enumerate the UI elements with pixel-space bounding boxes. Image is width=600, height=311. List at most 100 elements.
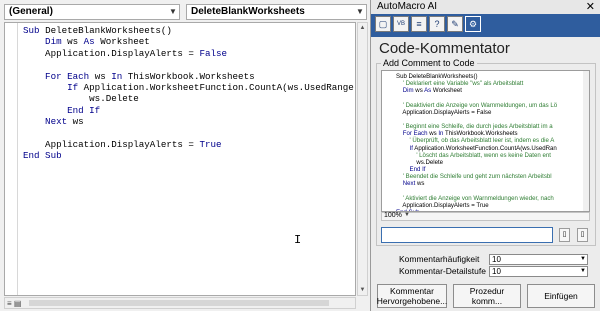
preview-text: Sub DeleteBlankWorksheets() ' Deklariert… (396, 73, 557, 211)
chevron-down-icon[interactable]: ▼ (580, 255, 586, 264)
chevron-down-icon[interactable]: ▼ (354, 5, 366, 19)
preview-token: ThisWorkbook.Worksheets (445, 130, 518, 138)
preview-comment: ' Aktiviert die Anzeige von Warnmeldunge… (396, 194, 554, 202)
page-title: Code-Kommentator (379, 40, 510, 57)
comment-frequency-select[interactable]: 10 ▼ (489, 254, 588, 265)
preview-token: ws (429, 130, 439, 138)
comment-frequency-value: 10 (492, 255, 501, 264)
copy-icon[interactable]: ▯ (559, 228, 570, 242)
preview-scrollbar[interactable] (583, 71, 589, 211)
preview-comment: ' Deklariert eine Variable "ws" als Arbe… (396, 80, 524, 88)
code-line[interactable]: Sub DeleteBlankWorksheets() (23, 25, 355, 36)
preview-line: For Each ws In ThisWorkbook.Worksheets (396, 130, 557, 137)
preview-line (396, 94, 557, 101)
chevron-down-icon[interactable]: ▼ (167, 5, 179, 19)
panel-toolbar: ▢ VB ≡ ? ✎ ⚙ (371, 14, 600, 37)
preview-token: Dim (396, 87, 416, 95)
preview-line (396, 188, 557, 195)
preview-line: ' Beendet die Schleife und geht zum näch… (396, 173, 557, 180)
code-line[interactable]: If Application.WorksheetFunction.CountA(… (23, 82, 356, 94)
view-toggle-icon[interactable]: ≡ ▤ (7, 299, 21, 308)
preview-line: Next ws (396, 180, 557, 187)
preview-comment: ' Löscht das Arbeitsblatt, wenn es keine… (396, 151, 551, 159)
gear-icon[interactable]: ⚙ (465, 16, 481, 32)
code-keyword: In (111, 70, 128, 82)
code-line[interactable]: ws.Delete (23, 93, 355, 104)
code-keyword: False (199, 47, 228, 59)
comment-detail-value: 10 (492, 267, 501, 276)
preview-token: End If (396, 166, 426, 174)
scroll-up-icon[interactable]: ▲ (358, 23, 367, 33)
zoom-level[interactable]: 100% (384, 212, 402, 219)
code-keyword: For Each (23, 70, 95, 82)
preview-line: ' Beginnt eine Schleife, die durch jedes… (396, 123, 557, 130)
preview-token: For Each (396, 130, 430, 138)
comment-procedure-button[interactable]: Prozedur komm... (453, 284, 521, 308)
preview-line: Dim ws As Worksheet (396, 87, 557, 94)
code-line[interactable] (23, 128, 355, 139)
code-line[interactable]: End If (23, 105, 355, 116)
preview-line: ' Überprüft, ob das Arbeitsblatt leer is… (396, 137, 557, 144)
vba-icon[interactable]: VB (393, 16, 409, 32)
text-cursor-icon: I (294, 233, 302, 247)
code-token: Application.WorksheetFunction.CountA(ws.… (83, 82, 356, 94)
code-text[interactable]: Sub DeleteBlankWorksheets() Dim ws As Wo… (23, 25, 356, 162)
comment-highlighted-label: Kommentar Hervorgehobene... (376, 286, 448, 306)
chat-icon[interactable]: ▢ (375, 16, 391, 32)
code-editor[interactable]: Sub DeleteBlankWorksheets() Dim ws As Wo… (4, 22, 356, 296)
scroll-thumb[interactable] (29, 300, 329, 306)
code-line[interactable]: Application.DisplayAlerts = False (23, 47, 355, 59)
commented-code-preview[interactable]: Sub DeleteBlankWorksheets() ' Deklariert… (381, 70, 590, 212)
comment-procedure-label: Prozedur komm... (469, 286, 505, 306)
code-keyword: Sub (23, 25, 46, 36)
object-dropdown[interactable]: (General) ▼ (4, 4, 180, 20)
comment-highlighted-button[interactable]: Kommentar Hervorgehobene... (377, 284, 447, 308)
preview-comment: ' Beendet die Schleife und geht zum näch… (396, 173, 552, 181)
procedure-dropdown[interactable]: DeleteBlankWorksheets ▼ (186, 4, 367, 20)
code-token: ws (72, 116, 84, 128)
preview-line: End If (396, 166, 557, 173)
code-keyword: Dim (23, 36, 68, 48)
close-icon[interactable]: ✕ (586, 0, 595, 13)
chevron-down-icon[interactable]: ▼ (580, 267, 586, 276)
question-icon[interactable]: ? (429, 16, 445, 32)
preview-token: ws (415, 87, 425, 95)
instruction-input[interactable] (381, 227, 553, 243)
insert-button[interactable]: Einfügen (527, 284, 595, 308)
input-row: ▯ ▯ (381, 227, 590, 243)
code-token: ws (94, 70, 112, 82)
paste-icon[interactable]: ▯ (577, 228, 588, 242)
preview-line: If Application.WorksheetFunction.CountA(… (396, 145, 557, 152)
code-token: Application.DisplayAlerts = (23, 139, 200, 151)
scroll-down-icon[interactable]: ▼ (358, 285, 367, 295)
automacro-panel: AutoMacro AI ✕ ▢ VB ≡ ? ✎ ⚙ Code-Komment… (370, 0, 600, 311)
text-lines-icon[interactable]: ≡ (411, 16, 427, 32)
comment-detail-select[interactable]: 10 ▼ (489, 266, 588, 277)
code-keyword: As (83, 36, 101, 48)
chevron-down-icon[interactable]: ▼ (404, 212, 410, 218)
code-keyword: Next (23, 116, 73, 128)
preview-token: Sub DeleteBlankWorksheets() (396, 73, 478, 80)
code-line[interactable]: For Each ws In ThisWorkbook.Worksheets (23, 70, 355, 82)
preview-token: As (424, 87, 433, 95)
preview-line: Sub DeleteBlankWorksheets() (396, 73, 557, 80)
code-token: Application.DisplayAlerts = (23, 47, 200, 59)
preview-line: ws.Delete (396, 159, 557, 166)
preview-line (396, 116, 557, 123)
panel-title: AutoMacro AI (377, 1, 438, 12)
code-vertical-scrollbar[interactable]: ▲ ▼ (357, 22, 368, 296)
preview-line: ' Deaktiviert die Anzeige von Warnmeldun… (396, 102, 557, 109)
preview-line: ' Deklariert eine Variable "ws" als Arbe… (396, 80, 557, 87)
code-token: DeleteBlankWorksheets() (45, 25, 172, 36)
code-horizontal-scrollbar[interactable]: ≡ ▤ (4, 297, 356, 309)
code-line[interactable]: Dim ws As Worksheet (23, 36, 355, 48)
preview-token: If (396, 144, 415, 152)
edit-icon[interactable]: ✎ (447, 16, 463, 32)
preview-line: ' Aktiviert die Anzeige von Warnmeldunge… (396, 195, 557, 202)
preview-comment: ' Überprüft, ob das Arbeitsblatt leer is… (396, 137, 555, 145)
code-line[interactable]: Application.DisplayAlerts = True (23, 139, 355, 151)
code-line[interactable]: End Sub (23, 150, 355, 161)
code-margin[interactable] (5, 23, 18, 295)
code-line[interactable]: Next ws (23, 116, 355, 128)
code-line[interactable] (23, 59, 355, 70)
